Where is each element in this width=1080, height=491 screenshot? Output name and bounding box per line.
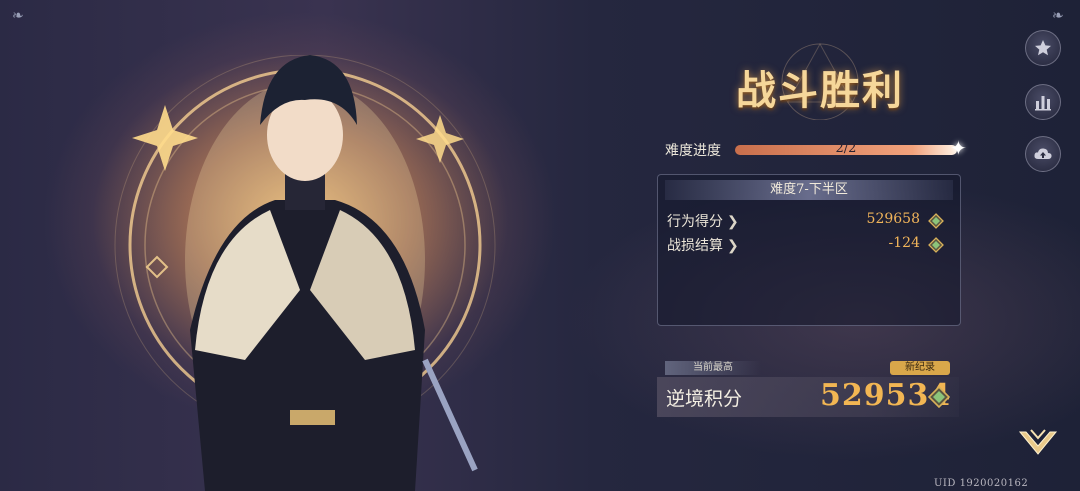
current-best-tag: 当前最高: [665, 361, 761, 375]
progress-label: 难度进度: [665, 143, 721, 159]
bar-chart-icon: [1035, 96, 1051, 111]
battle-loss-value: -124: [888, 235, 920, 251]
new-record-badge: 新纪录: [890, 361, 950, 375]
battle-loss-row[interactable]: 战损结算 ❯ -124: [667, 235, 952, 255]
character-portrait: [185, 55, 478, 491]
gem-icon: [928, 237, 944, 253]
progress-text: 2/2: [835, 141, 857, 156]
favorite-button[interactable]: [1025, 30, 1061, 66]
difficulty-progress: 难度进度 2/2 ✦: [665, 136, 967, 160]
gem-icon: [928, 213, 944, 229]
continue-button[interactable]: [1016, 420, 1060, 464]
cloud-upload-icon: [1034, 148, 1052, 159]
corner-ornament: ❧: [1052, 8, 1064, 24]
behavior-score-row[interactable]: 行为得分 ❯ 529658: [667, 211, 952, 231]
gem-icon: [928, 386, 950, 408]
star-icon: [1035, 40, 1051, 56]
behavior-score-value: 529658: [866, 211, 920, 227]
row-label: 战损结算 ❯: [667, 238, 739, 254]
row-label: 行为得分 ❯: [667, 214, 739, 230]
sparkle-icon: ✦: [950, 136, 967, 160]
victory-title: 战斗胜利: [736, 67, 904, 114]
corner-ornament: ❧: [12, 8, 24, 24]
adversity-score-label: 逆境积分: [666, 388, 743, 410]
chevron-right-icon: ❯: [727, 238, 739, 254]
chevron-right-icon: ❯: [727, 214, 739, 230]
score-panel: 难度7-下半区 行为得分 ❯ 529658 战损结算 ❯ -124: [657, 174, 961, 326]
upload-button[interactable]: [1025, 136, 1061, 172]
difficulty-heading: 难度7-下半区: [665, 180, 953, 200]
user-id: UID 1920020162: [934, 478, 1029, 489]
chevron-down-icon: [1018, 429, 1058, 455]
statistics-button[interactable]: [1025, 84, 1061, 120]
